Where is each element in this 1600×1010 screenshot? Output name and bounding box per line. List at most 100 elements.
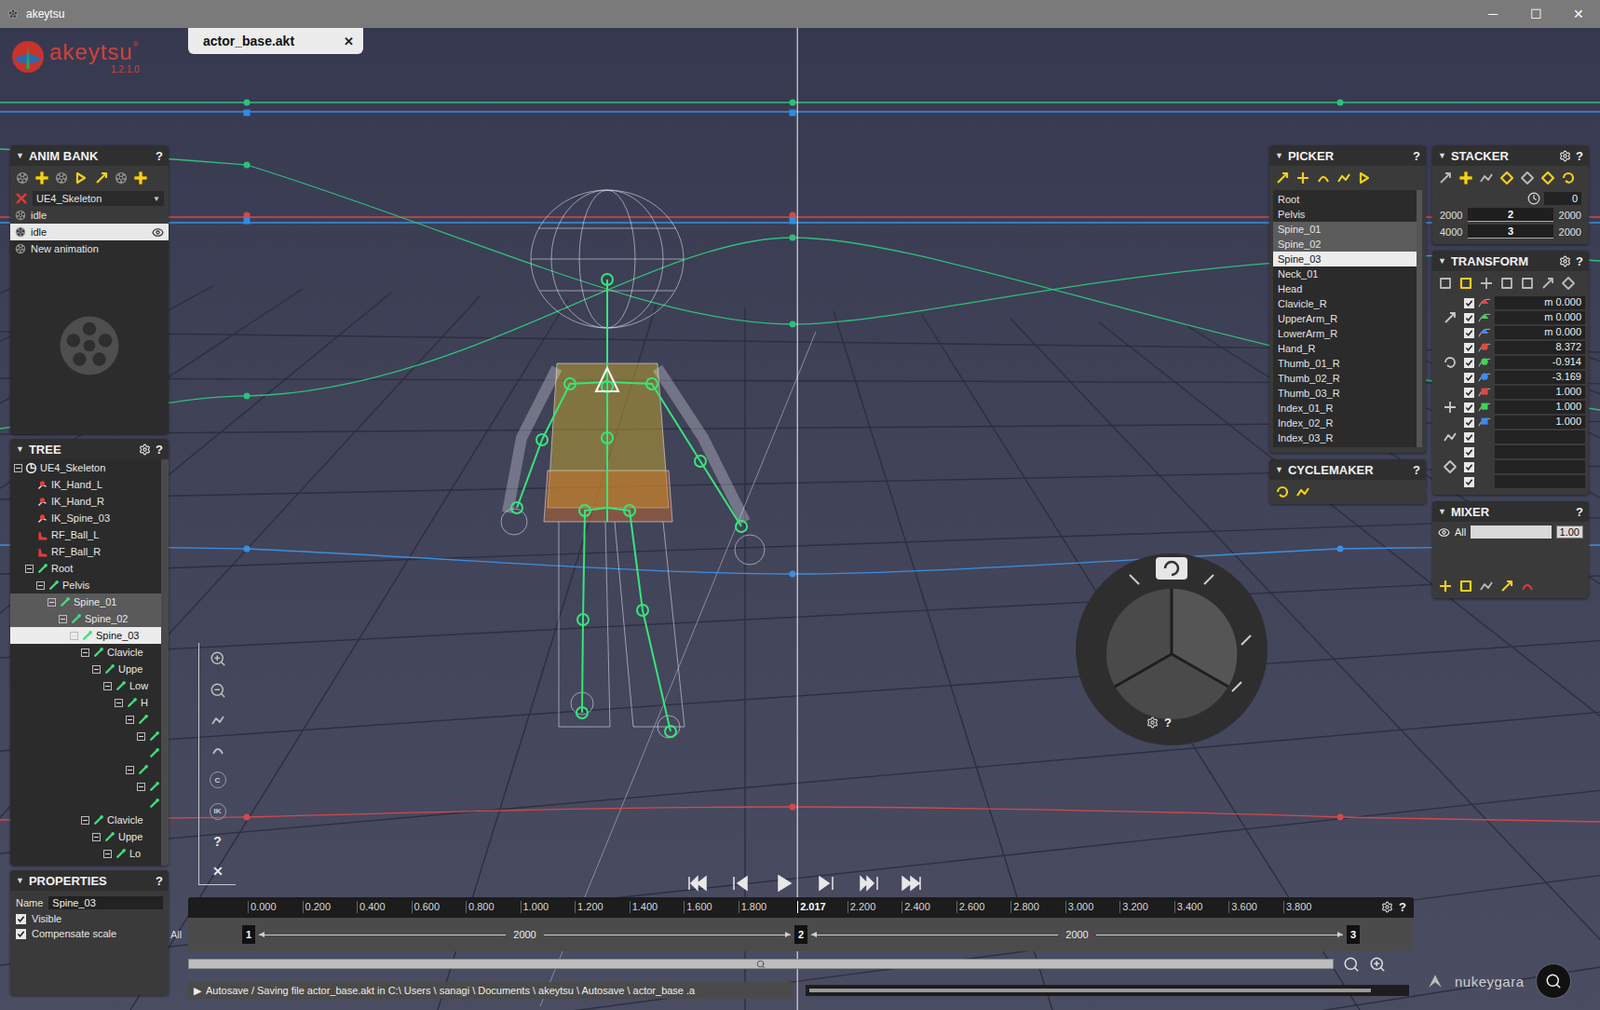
picker-item[interactable]: Spine_03 bbox=[1273, 251, 1417, 267]
checkbox[interactable] bbox=[1464, 372, 1475, 383]
checkbox[interactable] bbox=[1464, 327, 1475, 339]
view-toggle[interactable]: C bbox=[209, 771, 227, 788]
panel-header[interactable]: ▼PROPERTIES? bbox=[10, 869, 169, 891]
weight-slider[interactable] bbox=[1470, 525, 1551, 539]
collapse-toggle[interactable]: ▼ bbox=[1274, 464, 1284, 475]
collapse-toggle[interactable] bbox=[81, 648, 90, 657]
tree-node[interactable]: IK_Hand_L bbox=[10, 475, 162, 493]
transform-row[interactable]: m 0.000 bbox=[1464, 325, 1586, 340]
collapse-toggle[interactable]: ▼ bbox=[1274, 150, 1284, 161]
search-icon[interactable] bbox=[1545, 972, 1562, 990]
picker-item[interactable]: Hand_R bbox=[1273, 340, 1417, 356]
picker-item[interactable]: Thumb_01_R bbox=[1273, 355, 1417, 371]
search-button[interactable] bbox=[1535, 962, 1572, 999]
tool-icon[interactable] bbox=[1519, 170, 1535, 186]
collapse-toggle[interactable] bbox=[125, 715, 135, 724]
value-field[interactable]: m 0.000 bbox=[1494, 325, 1586, 339]
tree-node[interactable] bbox=[10, 710, 162, 728]
tree-node[interactable]: Uppe bbox=[10, 660, 162, 678]
window-control[interactable]: ☐ bbox=[1514, 6, 1558, 22]
gear-icon[interactable] bbox=[1559, 255, 1572, 268]
option-row[interactable]: Visible bbox=[15, 912, 163, 924]
tree-node[interactable]: RF_Ball_L bbox=[10, 526, 162, 543]
tree-node[interactable]: Low bbox=[10, 677, 162, 694]
animation-item[interactable]: New animation bbox=[10, 240, 169, 258]
tree-node[interactable] bbox=[10, 794, 162, 812]
name-field[interactable]: Spine_03 bbox=[48, 895, 163, 909]
collapse-toggle[interactable] bbox=[136, 732, 146, 741]
previous-key-icon[interactable] bbox=[728, 870, 753, 895]
zoom-out-icon[interactable] bbox=[209, 681, 227, 699]
next-key-icon[interactable] bbox=[813, 870, 839, 895]
tool-icon[interactable] bbox=[1499, 275, 1515, 291]
panel-header[interactable]: ▼TRANSFORM? bbox=[1432, 250, 1589, 272]
tree-node[interactable]: IK_Hand_R bbox=[10, 492, 162, 510]
panel-header[interactable]: ▼CYCLEMAKER? bbox=[1269, 459, 1426, 480]
tool-icon[interactable] bbox=[1437, 275, 1453, 291]
checkbox[interactable] bbox=[1464, 402, 1475, 413]
key-track[interactable]: 12000220003 bbox=[188, 917, 1414, 951]
help-button[interactable]: ? bbox=[1412, 149, 1421, 163]
transform-row[interactable]: 1.000 bbox=[1464, 399, 1586, 415]
offset-field[interactable]: 0 bbox=[1544, 191, 1582, 205]
window-control[interactable]: ─ bbox=[1471, 6, 1515, 22]
picker-tool-icon[interactable] bbox=[1336, 170, 1352, 186]
rotate-icon[interactable] bbox=[1442, 354, 1458, 370]
checkbox[interactable] bbox=[1464, 476, 1475, 488]
picker-tool-icon[interactable] bbox=[1295, 170, 1311, 186]
picker-tool-icon[interactable] bbox=[1356, 170, 1372, 186]
picker-tool-icon[interactable] bbox=[1274, 170, 1290, 186]
tree-node[interactable]: Clavicle bbox=[10, 643, 162, 661]
checkbox[interactable] bbox=[1464, 357, 1475, 368]
value-field[interactable]: 1.000 bbox=[1494, 385, 1586, 399]
zoom-handle-icon[interactable] bbox=[756, 959, 766, 969]
delete-icon[interactable] bbox=[14, 191, 28, 205]
transform-row[interactable] bbox=[1464, 429, 1586, 445]
add-icon[interactable] bbox=[1458, 170, 1474, 186]
collapse-toggle[interactable] bbox=[103, 681, 112, 691]
first-frame-icon[interactable] bbox=[685, 870, 710, 895]
zoom-icon[interactable] bbox=[1342, 955, 1360, 973]
help-button[interactable]: ? bbox=[1575, 254, 1584, 269]
mixer-layer[interactable]: All1.00 bbox=[1432, 521, 1589, 543]
pin-icon[interactable] bbox=[1442, 429, 1458, 445]
add-icon[interactable] bbox=[133, 170, 149, 186]
value-field[interactable]: 1.000 bbox=[1494, 400, 1586, 414]
help-button[interactable]: ? bbox=[1575, 504, 1584, 519]
panel-header[interactable]: ▼MIXER? bbox=[1432, 501, 1589, 522]
tool-icon[interactable] bbox=[1540, 275, 1556, 291]
help-button[interactable]: ? bbox=[1575, 149, 1584, 163]
weight-value[interactable]: 1.00 bbox=[1556, 525, 1584, 539]
tool-icon[interactable] bbox=[1519, 578, 1535, 594]
key-marker[interactable]: 3 bbox=[1346, 924, 1360, 944]
transform-row[interactable] bbox=[1464, 474, 1586, 489]
animation-item[interactable]: idle bbox=[10, 223, 169, 241]
tree-node[interactable]: Spine_02 bbox=[10, 610, 162, 627]
picker-item[interactable]: Thumb_02_R bbox=[1273, 370, 1417, 386]
skeleton-row[interactable]: UE4_Skeleton▼ bbox=[10, 189, 169, 207]
checkbox[interactable] bbox=[1464, 298, 1475, 309]
base-animation[interactable]: idle bbox=[10, 206, 169, 224]
wheel-icon[interactable] bbox=[1073, 551, 1270, 747]
picker-tool-icon[interactable] bbox=[1560, 170, 1576, 186]
tree-node[interactable]: IK_Spine_03 bbox=[10, 509, 162, 527]
picker-item[interactable]: Pelvis bbox=[1273, 206, 1417, 222]
eye-icon[interactable] bbox=[1437, 526, 1451, 539]
tree-node[interactable] bbox=[10, 744, 162, 761]
collapse-toggle[interactable]: ▼ bbox=[1437, 150, 1447, 161]
transform-row[interactable]: -0.914 bbox=[1464, 354, 1586, 370]
scale-icon[interactable] bbox=[1442, 399, 1458, 415]
key-marker[interactable]: 1 bbox=[242, 924, 256, 944]
tool-icon[interactable] bbox=[1519, 275, 1535, 291]
tree-node[interactable]: Uppe bbox=[10, 827, 162, 845]
gear-icon[interactable] bbox=[1559, 149, 1572, 163]
collapse-toggle[interactable] bbox=[69, 631, 79, 640]
picker-item[interactable]: UpperArm_R bbox=[1273, 311, 1417, 326]
window-control[interactable]: ✕ bbox=[1557, 6, 1600, 22]
collapse-toggle[interactable] bbox=[36, 581, 45, 590]
value-field[interactable]: -3.169 bbox=[1494, 370, 1586, 384]
tree-node[interactable]: Spine_03 bbox=[10, 626, 162, 644]
collapse-toggle[interactable] bbox=[47, 597, 56, 607]
picker-item[interactable]: LowerArm_R bbox=[1273, 325, 1417, 341]
help-button[interactable]: ? bbox=[1164, 715, 1172, 730]
